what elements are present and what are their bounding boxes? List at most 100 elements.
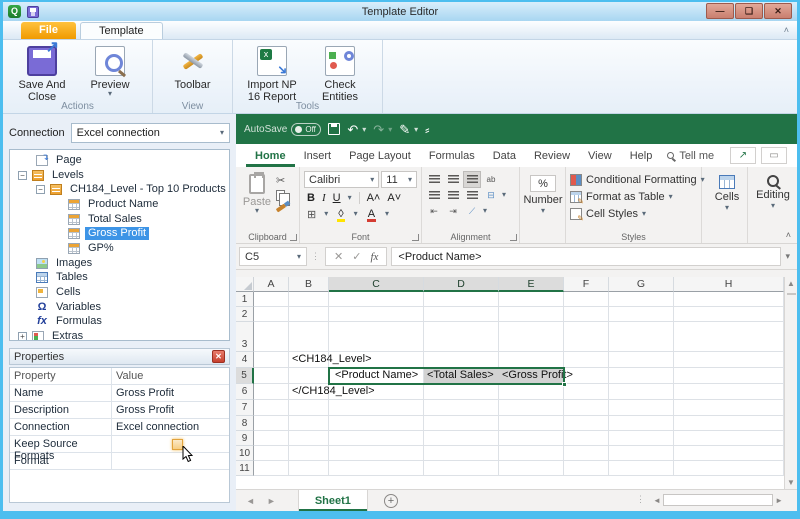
- row-header-5[interactable]: 5: [236, 368, 254, 384]
- insert-function-icon[interactable]: fx: [370, 251, 378, 263]
- align-top-button[interactable]: [426, 172, 442, 187]
- worksheet-grid[interactable]: A B C D E F G H 1 2 3 4 <CH184_Level> 5 …: [236, 277, 784, 489]
- horizontal-scrollbar[interactable]: ◄ ►: [653, 493, 783, 507]
- column-header-g[interactable]: G: [609, 277, 674, 292]
- share-button[interactable]: ↗: [730, 147, 756, 164]
- conditional-formatting-button[interactable]: Conditional Formatting ▾: [570, 171, 705, 188]
- underline-button[interactable]: U: [333, 192, 341, 204]
- font-color-dropdown-icon[interactable]: ▾: [385, 210, 389, 218]
- hscroll-right-icon[interactable]: ►: [775, 496, 783, 505]
- clipboard-dialog-launcher-icon[interactable]: [290, 234, 297, 241]
- decrease-font-button[interactable]: A˅: [387, 192, 401, 204]
- tree-item-gp-percent[interactable]: GP%: [10, 241, 229, 256]
- align-left-button[interactable]: [426, 188, 442, 203]
- column-header-c[interactable]: C: [329, 277, 424, 292]
- excel-tab-insert[interactable]: Insert: [295, 144, 341, 167]
- orientation-dropdown-icon[interactable]: ▾: [483, 207, 487, 215]
- align-middle-button[interactable]: [445, 172, 461, 187]
- cell-styles-button[interactable]: Cell Styles ▾: [570, 205, 697, 223]
- collapse-box-icon[interactable]: −: [18, 170, 27, 180]
- tree-item-gross-profit[interactable]: Gross Profit: [10, 226, 229, 241]
- align-center-button[interactable]: [445, 188, 461, 203]
- tree-item-variables[interactable]: Ω Variables: [10, 300, 229, 315]
- minimize-button[interactable]: —: [706, 3, 734, 19]
- excel-ribbon-collapse-icon[interactable]: ˄: [786, 230, 791, 240]
- row-header-4[interactable]: 4: [236, 352, 254, 368]
- tree-item-tables[interactable]: Tables: [10, 271, 229, 286]
- customize-qat-icon[interactable]: ⸗: [425, 123, 429, 136]
- copy-icon[interactable]: [276, 190, 290, 206]
- tree-item-images[interactable]: Images: [10, 256, 229, 271]
- property-row-name[interactable]: Name Gross Profit: [10, 385, 229, 402]
- row-header-9[interactable]: 9: [236, 431, 254, 446]
- cut-icon[interactable]: ✂: [276, 174, 286, 188]
- expand-box-icon[interactable]: +: [18, 332, 27, 340]
- font-size-combo[interactable]: 11 ▾: [381, 171, 417, 188]
- excel-tab-review[interactable]: Review: [525, 144, 579, 167]
- font-color-button[interactable]: A: [366, 208, 377, 222]
- preview-dropdown-icon[interactable]: ▾: [108, 90, 112, 98]
- sheet-prev-icon[interactable]: ◄: [242, 496, 259, 506]
- tree-item-extras[interactable]: + Extras: [10, 329, 229, 340]
- formula-bar-expand-icon[interactable]: ▾: [785, 251, 794, 262]
- italic-button[interactable]: I: [322, 192, 326, 204]
- property-row-connection[interactable]: Connection Excel connection: [10, 419, 229, 436]
- save-and-close-button[interactable]: Save And Close: [11, 42, 73, 103]
- select-all-corner[interactable]: [236, 277, 254, 292]
- check-entities-button[interactable]: Check Entities: [309, 44, 371, 103]
- tree-item-product-name[interactable]: Product Name: [10, 197, 229, 212]
- row-header-6[interactable]: 6: [236, 384, 254, 400]
- row-header-3[interactable]: 3: [236, 322, 254, 352]
- undo-dropdown-icon[interactable]: ▾: [362, 125, 366, 134]
- undo-icon[interactable]: ↶: [347, 123, 358, 136]
- increase-indent-button[interactable]: ⇥: [445, 204, 461, 219]
- number-format-button[interactable]: % Number ▾: [523, 171, 563, 215]
- collapse-box-icon[interactable]: −: [36, 185, 45, 195]
- properties-close-icon[interactable]: ✕: [212, 350, 225, 363]
- borders-button[interactable]: ⊞: [307, 208, 316, 221]
- cell-c5-active[interactable]: <Product Name>: [329, 368, 424, 384]
- autosave-toggle[interactable]: AutoSave Off: [244, 122, 322, 136]
- vertical-scroll-thumb[interactable]: [787, 293, 796, 295]
- alignment-dialog-launcher-icon[interactable]: [510, 234, 517, 241]
- cancel-entry-icon[interactable]: ✕: [334, 250, 343, 263]
- column-header-d[interactable]: D: [424, 277, 499, 292]
- bold-button[interactable]: B: [307, 192, 315, 204]
- property-row-description[interactable]: Description Gross Profit: [10, 402, 229, 419]
- hscroll-left-icon[interactable]: ◄: [653, 496, 661, 505]
- vertical-scrollbar[interactable]: ▲ ▼: [784, 277, 797, 489]
- tell-me-search[interactable]: Tell me: [667, 150, 714, 162]
- fill-color-dropdown-icon[interactable]: ▾: [354, 210, 358, 218]
- merge-center-button[interactable]: ⊟: [483, 188, 499, 203]
- property-row-format[interactable]: Format: [10, 453, 229, 470]
- column-header-h[interactable]: H: [674, 277, 784, 292]
- increase-font-button[interactable]: A˄: [367, 192, 381, 204]
- underline-dropdown-icon[interactable]: ▾: [348, 194, 352, 202]
- excel-tab-home[interactable]: Home: [246, 144, 295, 167]
- align-right-button[interactable]: [464, 188, 480, 203]
- quick-access-pen-icon[interactable]: ✎: [399, 123, 410, 136]
- connection-select[interactable]: Excel connection ▾: [70, 122, 230, 143]
- row-header-7[interactable]: 7: [236, 400, 254, 416]
- merge-dropdown-icon[interactable]: ▾: [502, 191, 506, 199]
- preview-button[interactable]: Preview ▾: [79, 44, 141, 98]
- horizontal-scroll-track[interactable]: [662, 494, 774, 506]
- column-header-f[interactable]: F: [564, 277, 609, 292]
- scroll-down-icon[interactable]: ▼: [787, 478, 795, 487]
- orientation-button[interactable]: ⟋: [464, 204, 480, 219]
- row-header-10[interactable]: 10: [236, 446, 254, 461]
- confirm-entry-icon[interactable]: ✓: [352, 250, 361, 263]
- borders-dropdown-icon[interactable]: ▾: [324, 210, 328, 218]
- import-np16-report-button[interactable]: Import NP 16 Report: [241, 44, 303, 103]
- maximize-button[interactable]: ❑: [735, 3, 763, 19]
- excel-tab-view[interactable]: View: [579, 144, 621, 167]
- excel-tab-help[interactable]: Help: [621, 144, 662, 167]
- cell-b6[interactable]: </CH184_Level>: [289, 384, 375, 400]
- tree-item-page[interactable]: Page: [10, 152, 229, 168]
- row-header-1[interactable]: 1: [236, 292, 254, 307]
- tab-file[interactable]: File: [21, 22, 76, 39]
- tree-item-total-sales[interactable]: Total Sales: [10, 212, 229, 227]
- tree-item-levels[interactable]: − Levels: [10, 168, 229, 183]
- format-as-table-button[interactable]: Format as Table ▾: [570, 188, 697, 206]
- align-bottom-button[interactable]: [463, 170, 481, 188]
